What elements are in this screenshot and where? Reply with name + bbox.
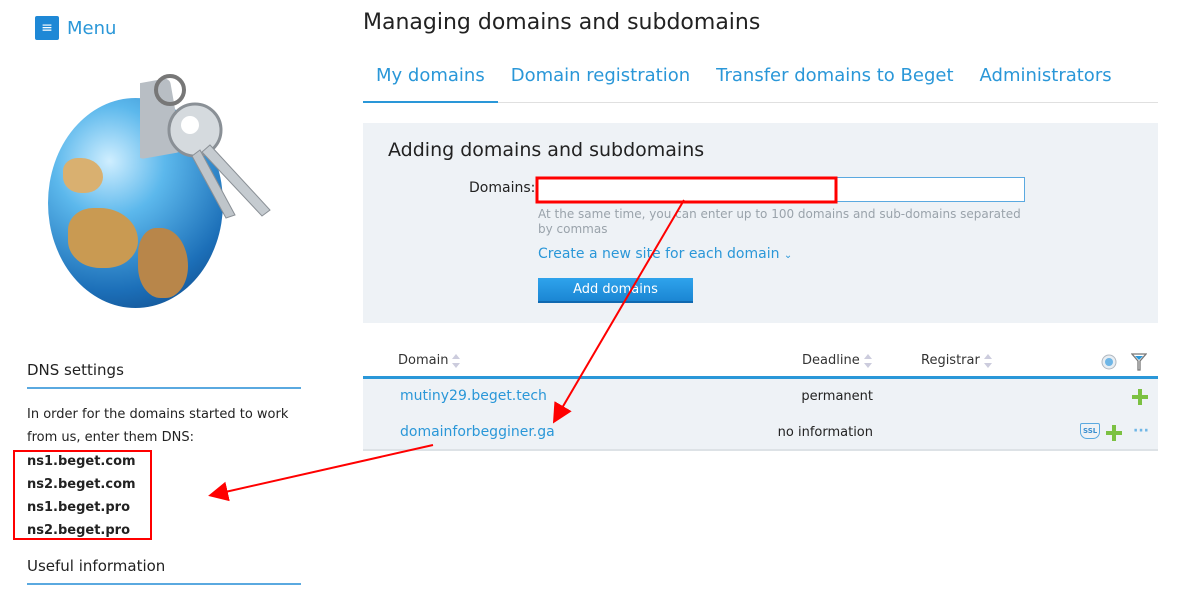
- nameserver: ns2.beget.pro: [27, 523, 131, 538]
- nameserver: ns1.beget.pro: [27, 500, 131, 515]
- add-subdomain-icon[interactable]: [1106, 425, 1122, 441]
- tab-administrators[interactable]: Administrators: [967, 55, 1125, 103]
- domain-link[interactable]: mutiny29.beget.tech: [400, 388, 547, 404]
- tab-domain-registration[interactable]: Domain registration: [498, 55, 703, 103]
- table-header: Domain Deadline Registrar: [363, 345, 1158, 379]
- column-deadline[interactable]: Deadline: [802, 353, 873, 368]
- ssl-icon[interactable]: SSL: [1080, 423, 1101, 439]
- create-site-label: Create a new site for each domain: [538, 246, 780, 262]
- deadline-value: no information: [777, 425, 873, 440]
- add-domains-button[interactable]: Add domains: [538, 278, 693, 303]
- tabs: My domains Domain registration Transfer …: [363, 55, 1158, 103]
- page-title: Managing domains and subdomains: [363, 10, 761, 35]
- dns-instructions: In order for the domains started to work…: [27, 407, 289, 445]
- column-label: Deadline: [802, 353, 860, 368]
- dns-settings-heading: DNS settings: [27, 361, 301, 389]
- menu-button[interactable]: ≡ Menu: [35, 16, 116, 40]
- nameserver-list: ns1.beget.com ns2.beget.com ns1.beget.pr…: [27, 450, 136, 542]
- sort-icon: [452, 353, 461, 368]
- table-row: mutiny29.beget.tech permanent: [363, 379, 1158, 415]
- domains-hint: At the same time, you can enter up to 10…: [538, 207, 1021, 236]
- nameserver: ns2.beget.com: [27, 477, 136, 492]
- filter-icon[interactable]: [1131, 353, 1147, 371]
- column-registrar[interactable]: Registrar: [921, 353, 993, 368]
- domains-table: Domain Deadline Registrar mutiny29.beget…: [363, 345, 1158, 451]
- useful-information-heading[interactable]: Useful information: [27, 557, 301, 585]
- domains-input[interactable]: [537, 177, 1025, 202]
- create-site-dropdown[interactable]: Create a new site for each domain ⌄: [538, 246, 792, 262]
- add-domains-panel: Adding domains and subdomains Domains: A…: [363, 123, 1158, 323]
- deadline-value: permanent: [801, 389, 873, 404]
- domain-link[interactable]: domainforbegginer.ga: [400, 424, 555, 440]
- more-icon[interactable]: ···: [1133, 423, 1149, 439]
- hamburger-icon: ≡: [35, 16, 59, 40]
- column-domain[interactable]: Domain: [398, 353, 461, 368]
- tab-my-domains[interactable]: My domains: [363, 55, 498, 103]
- add-subdomain-icon[interactable]: [1132, 389, 1148, 405]
- keys-illustration: [140, 74, 271, 219]
- table-row: domainforbegginer.ga no information SSL …: [363, 415, 1158, 451]
- annotation-arrow: [208, 444, 434, 502]
- panel-title: Adding domains and subdomains: [388, 139, 705, 161]
- sort-icon: [983, 353, 993, 368]
- menu-label: Menu: [67, 17, 117, 39]
- domains-label: Domains:: [469, 180, 536, 196]
- sort-icon: [863, 353, 873, 368]
- nameserver: ns1.beget.com: [27, 454, 136, 469]
- column-label: Domain: [398, 353, 449, 368]
- column-label: Registrar: [921, 353, 980, 368]
- tab-transfer-domains[interactable]: Transfer domains to Beget: [703, 55, 966, 103]
- globe-icon[interactable]: [1101, 354, 1117, 370]
- chevron-down-icon: ⌄: [783, 250, 793, 261]
